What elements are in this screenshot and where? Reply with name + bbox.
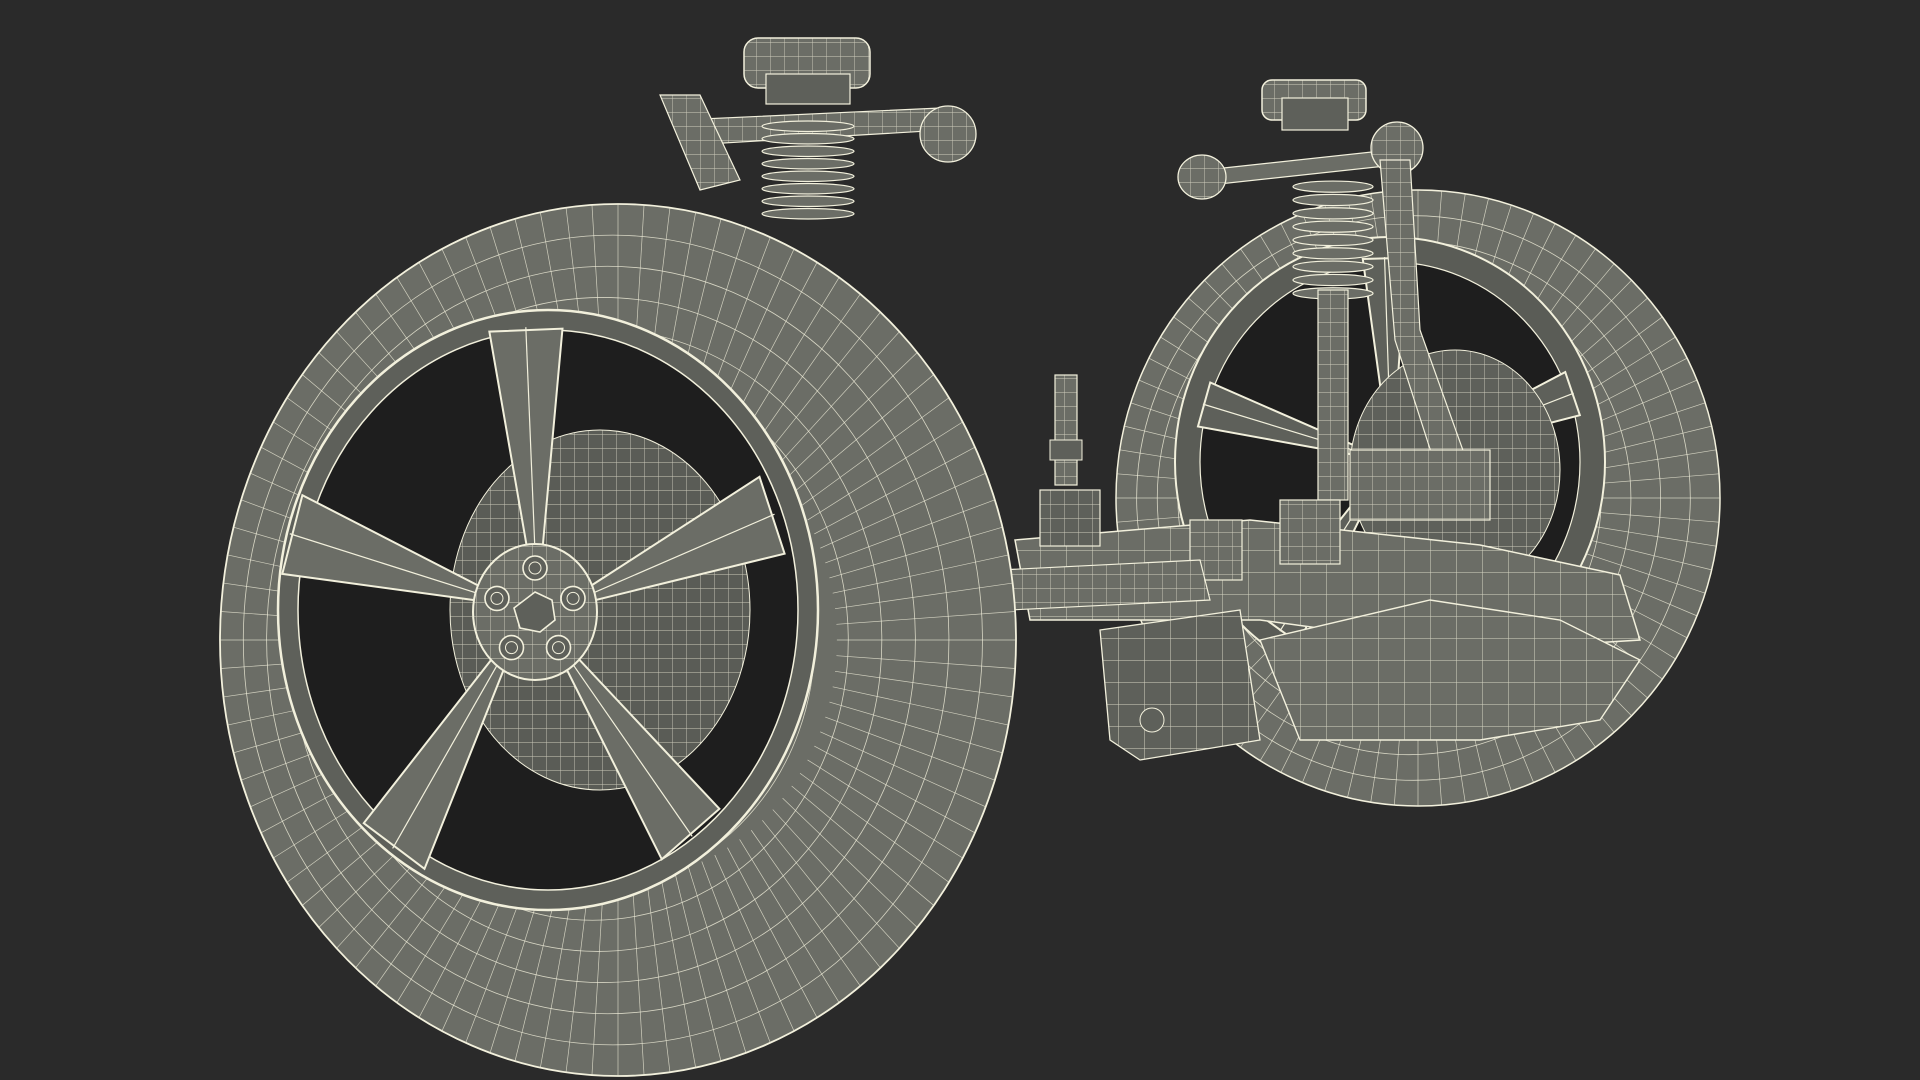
render-viewport — [0, 0, 1920, 1080]
front-wheel — [219, 203, 1017, 1077]
suspension-render — [0, 0, 1920, 1080]
